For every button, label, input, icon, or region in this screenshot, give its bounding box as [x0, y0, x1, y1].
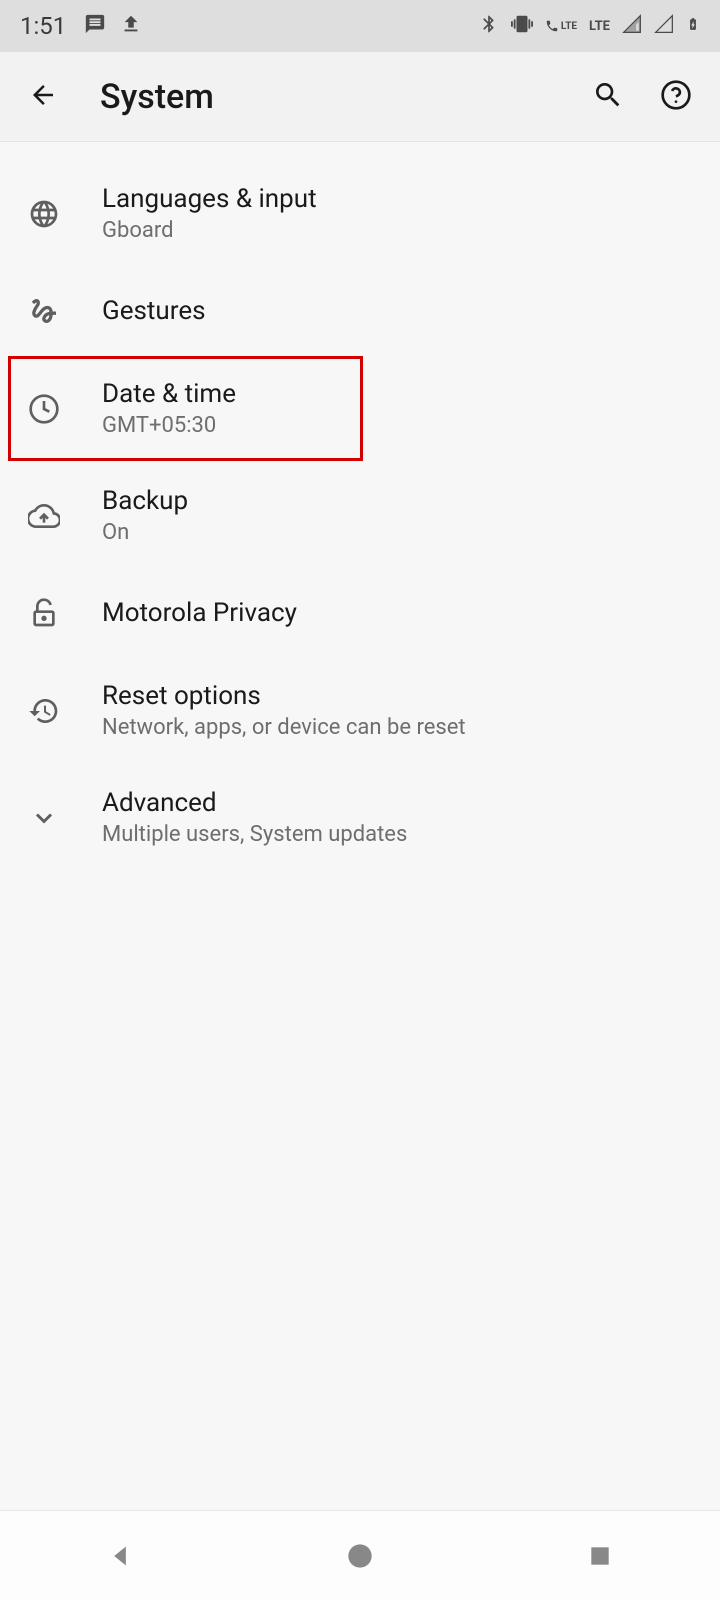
settings-item-text: Gestures	[102, 296, 206, 326]
unlock-icon	[28, 597, 60, 629]
settings-item-text: Languages & input Gboard	[102, 184, 317, 243]
nav-back-button[interactable]	[60, 1526, 180, 1586]
lte-text-icon: LTE	[589, 19, 610, 34]
status-left: 1:51	[20, 12, 142, 40]
item-title: Backup	[102, 486, 188, 516]
volte-icon: LTE	[545, 19, 577, 33]
status-bar: 1:51 LTE LTE	[0, 0, 720, 52]
battery-icon	[686, 13, 700, 39]
settings-item-text: Date & time GMT+05:30	[102, 379, 236, 438]
app-bar: System	[0, 52, 720, 142]
search-button[interactable]	[592, 79, 624, 115]
item-title: Reset options	[102, 681, 466, 711]
bluetooth-icon	[479, 14, 499, 38]
settings-item-advanced[interactable]: Advanced Multiple users, System updates	[0, 764, 720, 871]
item-title: Date & time	[102, 379, 236, 409]
settings-item-reset[interactable]: Reset options Network, apps, or device c…	[0, 657, 720, 764]
restore-icon	[28, 695, 60, 727]
item-title: Gestures	[102, 296, 206, 326]
chevron-down-icon	[28, 802, 60, 834]
app-bar-actions	[592, 79, 692, 115]
item-subtitle: On	[102, 520, 188, 545]
item-title: Advanced	[102, 788, 407, 818]
signal-icon-2	[654, 14, 674, 38]
settings-item-text: Advanced Multiple users, System updates	[102, 788, 407, 847]
settings-item-gestures[interactable]: Gestures	[0, 267, 720, 355]
nav-recent-button[interactable]	[540, 1526, 660, 1586]
clock-icon	[28, 393, 60, 425]
settings-item-date-time[interactable]: Date & time GMT+05:30	[0, 355, 720, 462]
item-subtitle: Multiple users, System updates	[102, 822, 407, 847]
page-title: System	[100, 77, 550, 117]
back-button[interactable]	[28, 80, 58, 114]
status-time: 1:51	[20, 12, 66, 40]
signal-icon-1	[622, 14, 642, 38]
item-title: Motorola Privacy	[102, 598, 297, 628]
nav-home-button[interactable]	[300, 1526, 420, 1586]
settings-item-backup[interactable]: Backup On	[0, 462, 720, 569]
settings-item-text: Reset options Network, apps, or device c…	[102, 681, 466, 740]
settings-item-text: Backup On	[102, 486, 188, 545]
gesture-icon	[28, 295, 60, 327]
item-subtitle: Network, apps, or device can be reset	[102, 715, 466, 740]
item-subtitle: Gboard	[102, 218, 317, 243]
message-icon	[84, 13, 106, 39]
status-right: LTE LTE	[479, 13, 700, 39]
status-left-icons	[84, 13, 142, 39]
settings-item-text: Motorola Privacy	[102, 598, 297, 628]
item-title: Languages & input	[102, 184, 317, 214]
item-subtitle: GMT+05:30	[102, 413, 236, 438]
help-button[interactable]	[660, 79, 692, 115]
globe-icon	[28, 198, 60, 230]
nav-bar	[0, 1510, 720, 1600]
vibrate-icon	[511, 13, 533, 39]
settings-list: Languages & input Gboard Gestures Date &…	[0, 142, 720, 871]
settings-item-privacy[interactable]: Motorola Privacy	[0, 569, 720, 657]
cloud-upload-icon	[28, 500, 60, 532]
settings-item-languages[interactable]: Languages & input Gboard	[0, 160, 720, 267]
upload-icon	[120, 13, 142, 39]
